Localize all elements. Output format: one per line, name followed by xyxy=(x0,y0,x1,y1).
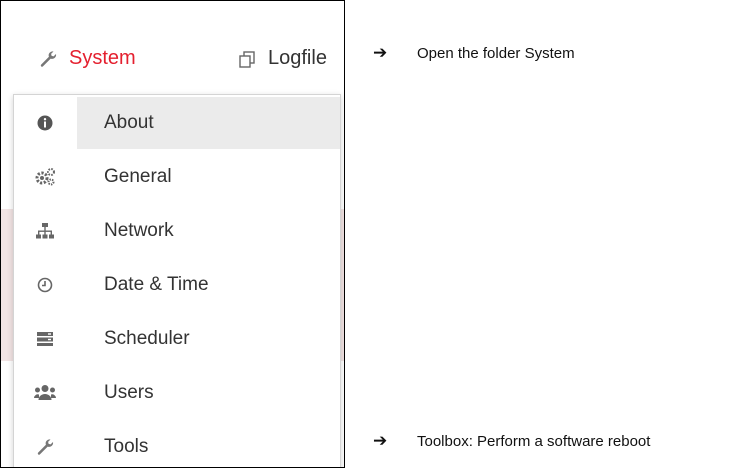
menu-item-date-time[interactable]: Date & Time xyxy=(14,259,340,311)
nav-logfiles-label: Logfile xyxy=(268,47,327,69)
menu-item-tools[interactable]: Tools xyxy=(14,421,340,467)
nav-item-logfiles[interactable]: Logfile xyxy=(236,47,327,70)
arrow-icon: ➔ xyxy=(373,43,388,62)
sitemap-icon xyxy=(34,220,56,242)
annotation-text: Open the folder System xyxy=(417,44,575,62)
menu-item-users[interactable]: Users xyxy=(14,367,340,419)
annotation-text: Toolbox: Perform a software reboot xyxy=(417,432,651,450)
annotation-toolbox: ➔ Toolbox: Perform a software reboot xyxy=(373,431,650,451)
menu-item-label: Network xyxy=(104,220,174,241)
menu-item-general[interactable]: General xyxy=(14,151,340,203)
menu-item-label: General xyxy=(104,166,172,187)
menu-item-label: Tools xyxy=(104,436,149,457)
users-icon xyxy=(34,382,56,404)
nav-item-system[interactable]: System xyxy=(37,47,136,70)
screenshot-frame: System Logfile About General Network Dat… xyxy=(0,0,345,468)
wrench-icon xyxy=(34,436,56,458)
menu-item-label: Date & Time xyxy=(104,274,209,295)
menu-item-about[interactable]: About xyxy=(14,97,340,149)
clock-icon xyxy=(34,274,56,296)
gears-icon xyxy=(34,166,56,188)
arrow-icon: ➔ xyxy=(373,431,388,450)
info-icon xyxy=(34,112,56,134)
menu-item-label: Scheduler xyxy=(104,328,190,349)
copy-icon xyxy=(236,49,258,69)
menu-item-network[interactable]: Network xyxy=(14,205,340,257)
server-icon xyxy=(34,328,56,350)
annotation-open-system: ➔ Open the folder System xyxy=(373,43,575,63)
nav-system-label: System xyxy=(69,47,136,69)
system-dropdown-menu: About General Network Date & Time Schedu xyxy=(13,94,341,467)
menu-item-label: Users xyxy=(104,382,154,403)
menu-item-scheduler[interactable]: Scheduler xyxy=(14,313,340,365)
menu-item-label: About xyxy=(104,112,154,133)
top-navigation: System Logfile xyxy=(1,29,344,89)
wrench-icon xyxy=(37,49,59,69)
